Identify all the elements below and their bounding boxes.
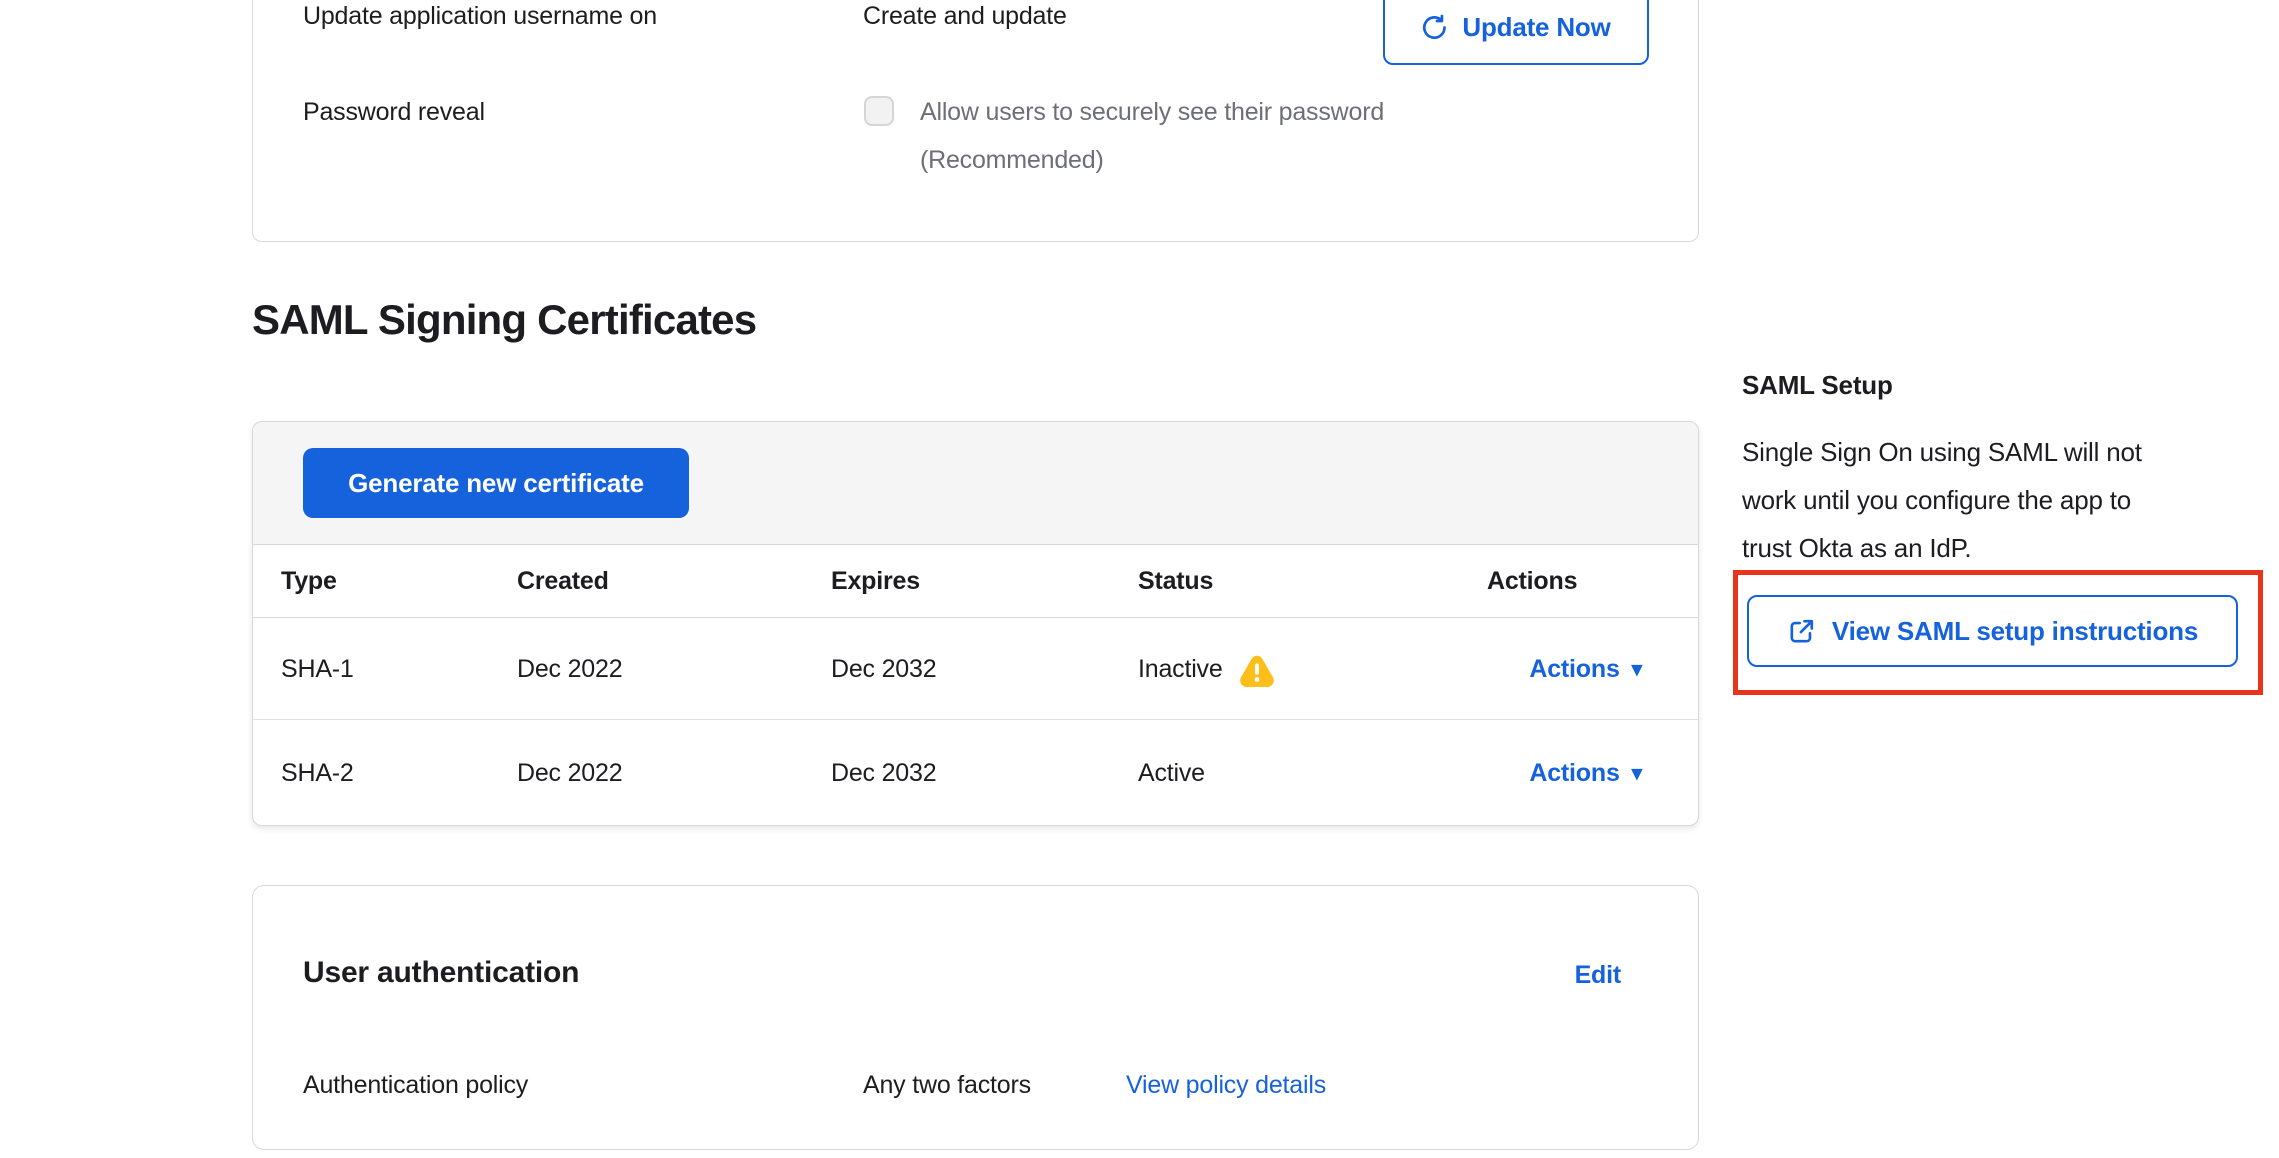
- cert-expires: Dec 2032: [831, 655, 1138, 684]
- saml-signing-certificates-heading: SAML Signing Certificates: [252, 296, 756, 344]
- certificates-table-header: Type Created Expires Status Actions: [253, 545, 1698, 618]
- password-reveal-checkbox-text: Allow users to securely see their passwo…: [920, 97, 1384, 127]
- column-header-created: Created: [517, 567, 831, 596]
- cert-type: SHA-2: [281, 759, 517, 788]
- update-now-button[interactable]: Update Now: [1383, 0, 1649, 65]
- certificates-toolbar: Generate new certificate: [253, 422, 1698, 545]
- table-row: SHA-1 Dec 2022 Dec 2032 Inactive Actions…: [253, 619, 1698, 720]
- saml-setup-description-line: work until you configure the app to: [1742, 485, 2131, 515]
- refresh-icon: [1421, 14, 1448, 41]
- warning-icon: [1239, 654, 1275, 688]
- chevron-down-icon: ▾: [1632, 659, 1642, 680]
- cert-status: Active: [1138, 759, 1205, 788]
- cert-created: Dec 2022: [517, 759, 831, 788]
- generate-new-certificate-button[interactable]: Generate new certificate: [303, 448, 689, 518]
- view-policy-details-link[interactable]: View policy details: [1126, 1070, 1326, 1100]
- certificates-card: Generate new certificate Type Created Ex…: [252, 421, 1699, 826]
- cert-actions-menu[interactable]: Actions ▾: [1529, 655, 1642, 684]
- column-header-actions: Actions: [1487, 567, 1642, 596]
- authentication-policy-label: Authentication policy: [303, 1070, 528, 1100]
- cert-created: Dec 2022: [517, 655, 831, 684]
- cert-actions-label: Actions: [1529, 655, 1619, 684]
- column-header-expires: Expires: [831, 567, 1138, 596]
- view-saml-setup-instructions-button[interactable]: View SAML setup instructions: [1747, 595, 2238, 667]
- password-reveal-label: Password reveal: [303, 97, 485, 127]
- chevron-down-icon: ▾: [1632, 763, 1642, 784]
- cert-expires: Dec 2032: [831, 759, 1138, 788]
- saml-setup-description-line: trust Okta as an IdP.: [1742, 533, 1971, 563]
- password-reveal-checkbox-text-suffix: (Recommended): [920, 145, 1104, 175]
- table-row: SHA-2 Dec 2022 Dec 2032 Active Actions ▾: [253, 721, 1698, 825]
- page: Update application username on Create an…: [0, 0, 2279, 1158]
- edit-link[interactable]: Edit: [1575, 961, 1621, 990]
- column-header-status: Status: [1138, 567, 1487, 596]
- external-link-icon: [1787, 617, 1816, 646]
- view-saml-setup-instructions-label: View SAML setup instructions: [1832, 616, 2198, 647]
- saml-setup-description-line: Single Sign On using SAML will not: [1742, 437, 2142, 467]
- username-update-label: Update application username on: [303, 1, 657, 31]
- column-header-type: Type: [281, 567, 517, 596]
- cert-status: Inactive: [1138, 655, 1223, 684]
- user-authentication-card: User authentication Edit Authentication …: [252, 885, 1699, 1150]
- cert-actions-menu[interactable]: Actions ▾: [1529, 759, 1642, 788]
- username-update-value: Create and update: [863, 1, 1067, 31]
- provisioning-settings-card: Update application username on Create an…: [252, 0, 1699, 242]
- user-authentication-heading: User authentication: [303, 956, 579, 990]
- update-now-label: Update Now: [1462, 12, 1610, 43]
- password-reveal-checkbox[interactable]: [864, 96, 894, 126]
- authentication-policy-value: Any two factors: [863, 1070, 1031, 1100]
- cert-type: SHA-1: [281, 655, 517, 684]
- cert-actions-label: Actions: [1529, 759, 1619, 788]
- saml-setup-heading: SAML Setup: [1742, 370, 1893, 401]
